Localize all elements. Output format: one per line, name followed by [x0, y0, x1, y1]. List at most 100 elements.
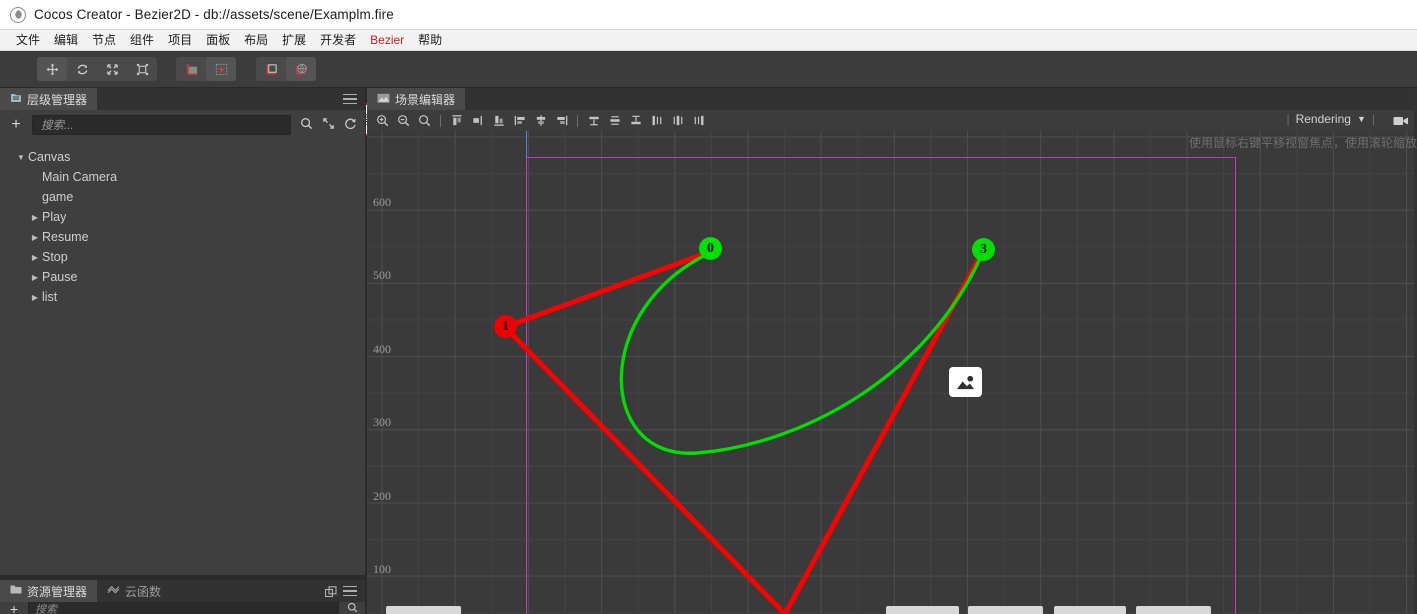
chevron-right-icon[interactable]: ▶	[28, 273, 42, 282]
tree-item-label: Pause	[42, 270, 78, 284]
add-asset-button[interactable]: +	[6, 602, 22, 614]
tab-hierarchy[interactable]: 层级管理器	[0, 88, 98, 110]
align-top-icon[interactable]	[446, 111, 467, 130]
align-center-v-icon[interactable]	[530, 111, 551, 130]
tree-item-canvas[interactable]: ▼ Canvas	[0, 147, 365, 167]
chevron-down-icon[interactable]: ▼	[14, 153, 28, 162]
bezier-node-1[interactable]: 1	[494, 315, 517, 338]
coord-tool-group	[256, 57, 316, 81]
menu-item-component[interactable]: 组件	[123, 31, 161, 49]
assets-tabbar: 资源管理器 云函数	[0, 580, 365, 602]
menu-item-developer[interactable]: 开发者	[313, 31, 363, 49]
chevron-down-icon: ▼	[1356, 114, 1366, 124]
window-title: Cocos Creator - Bezier2D - db://assets/s…	[34, 7, 394, 22]
assets-panel: 资源管理器 云函数 + 搜索	[0, 579, 366, 614]
bezier-node-0[interactable]: 0	[699, 237, 722, 260]
zoom-fit-icon[interactable]	[414, 111, 435, 130]
toolbar-divider	[440, 114, 441, 127]
tree-item-game[interactable]: game	[0, 187, 365, 207]
bezier-node-3[interactable]: 3	[972, 238, 995, 261]
assets-search-input[interactable]: 搜索	[28, 602, 339, 614]
bezier-node-label: 0	[707, 240, 714, 256]
cloud-function-icon	[107, 584, 120, 598]
popout-icon[interactable]	[324, 585, 337, 603]
tab-cloud-functions[interactable]: 云函数	[97, 580, 171, 602]
assets-menu-button[interactable]	[343, 584, 357, 598]
tree-item-resume[interactable]: ▶ Resume	[0, 227, 365, 247]
distribute-bottom-icon[interactable]	[625, 111, 646, 130]
menu-item-help[interactable]: 帮助	[411, 31, 449, 49]
align-right-icon[interactable]	[551, 111, 572, 130]
tree-item-label: Main Camera	[42, 170, 118, 184]
tree-item-label: list	[42, 290, 58, 304]
global-coord-button[interactable]	[286, 57, 316, 81]
hierarchy-icon	[10, 92, 22, 107]
tab-hierarchy-label: 层级管理器	[27, 92, 88, 107]
tree-item-pause[interactable]: ▶ Pause	[0, 267, 365, 287]
refresh-icon[interactable]	[343, 117, 357, 133]
distribute-left-icon[interactable]	[646, 111, 667, 130]
local-coord-button[interactable]	[256, 57, 286, 81]
assets-toolbar: + 搜索	[0, 602, 365, 614]
hierarchy-tree: ▼ Canvas Main Camera game ▶ Play ▶ Resum…	[0, 139, 365, 307]
scene-tabbar: 场景编辑器	[367, 88, 1417, 110]
move-tool-button[interactable]	[37, 57, 67, 81]
zoom-out-icon[interactable]	[393, 111, 414, 130]
hierarchy-search-input[interactable]: 搜索...	[32, 114, 291, 135]
zoom-in-icon[interactable]	[372, 111, 393, 130]
pivot-toggle-button[interactable]	[176, 57, 206, 81]
scale-tool-button[interactable]	[97, 57, 127, 81]
chevron-right-icon[interactable]: ▶	[28, 233, 42, 242]
menu-item-file[interactable]: 文件	[9, 31, 47, 49]
menu-item-node[interactable]: 节点	[85, 31, 123, 49]
align-left-icon[interactable]	[509, 111, 530, 130]
align-middle-h-icon[interactable]	[467, 111, 488, 130]
toolbar-divider: |	[1371, 112, 1375, 126]
menu-item-bezier[interactable]: Bezier	[363, 31, 411, 49]
distribute-center-icon[interactable]	[667, 111, 688, 130]
anchor-toggle-button[interactable]	[206, 57, 236, 81]
viewport-hint-text: 使用鼠标右键平移视窗焦点，使用滚轮缩放	[1188, 136, 1417, 150]
align-bottom-icon[interactable]	[488, 111, 509, 130]
chevron-right-icon[interactable]: ▶	[28, 213, 42, 222]
tree-item-main-camera[interactable]: Main Camera	[0, 167, 365, 187]
image-icon[interactable]	[949, 367, 982, 397]
menu-item-layout[interactable]: 布局	[237, 31, 275, 49]
menu-item-panel[interactable]: 面板	[199, 31, 237, 49]
chevron-right-icon[interactable]: ▶	[28, 293, 42, 302]
collapse-icon[interactable]	[321, 117, 335, 133]
tab-assets[interactable]: 资源管理器	[0, 580, 98, 602]
transform-tool-group	[37, 57, 157, 81]
distribute-right-icon[interactable]	[688, 111, 709, 130]
camera-icon[interactable]	[1393, 114, 1409, 132]
tab-scene-editor[interactable]: 场景编辑器	[367, 88, 466, 110]
search-icon[interactable]	[299, 117, 313, 133]
tree-item-stop[interactable]: ▶ Stop	[0, 247, 365, 267]
tree-item-label: game	[42, 190, 74, 204]
hierarchy-menu-button[interactable]	[343, 92, 357, 106]
tree-item-label: Stop	[42, 250, 68, 264]
menu-item-project[interactable]: 项目	[161, 31, 199, 49]
scene-editor-panel: 场景编辑器 | Rendering ▼ | 使用鼠标右键平移视窗焦点，使用滚轮缩…	[367, 88, 1417, 614]
add-node-button[interactable]: +	[8, 116, 24, 134]
rect-transform-tool-button[interactable]	[127, 57, 157, 81]
menu-item-edit[interactable]: 编辑	[47, 31, 85, 49]
scene-viewport[interactable]: 使用鼠标右键平移视窗焦点，使用滚轮缩放 600 500 400 300 200 …	[367, 131, 1417, 614]
distribute-middle-icon[interactable]	[604, 111, 625, 130]
render-mode-select[interactable]: | Rendering ▼ |	[1286, 112, 1375, 126]
handle-line-1-down	[503, 325, 787, 614]
bezier-curve-graphic	[503, 247, 987, 614]
tree-item-list[interactable]: ▶ list	[0, 287, 365, 307]
rotate-tool-button[interactable]	[67, 57, 97, 81]
toolbar-divider: |	[1286, 112, 1290, 126]
chevron-right-icon[interactable]: ▶	[28, 253, 42, 262]
distribute-top-icon[interactable]	[583, 111, 604, 130]
menu-item-extension[interactable]: 扩展	[275, 31, 313, 49]
tab-assets-label: 资源管理器	[27, 584, 88, 599]
hierarchy-search-row: + 搜索...	[0, 110, 365, 139]
title-bar: Cocos Creator - Bezier2D - db://assets/s…	[0, 0, 1417, 30]
hierarchy-tabbar: 层级管理器	[0, 88, 365, 110]
tree-item-play[interactable]: ▶ Play	[0, 207, 365, 227]
tab-cloud-functions-label: 云函数	[125, 584, 162, 599]
search-icon[interactable]	[345, 602, 359, 614]
